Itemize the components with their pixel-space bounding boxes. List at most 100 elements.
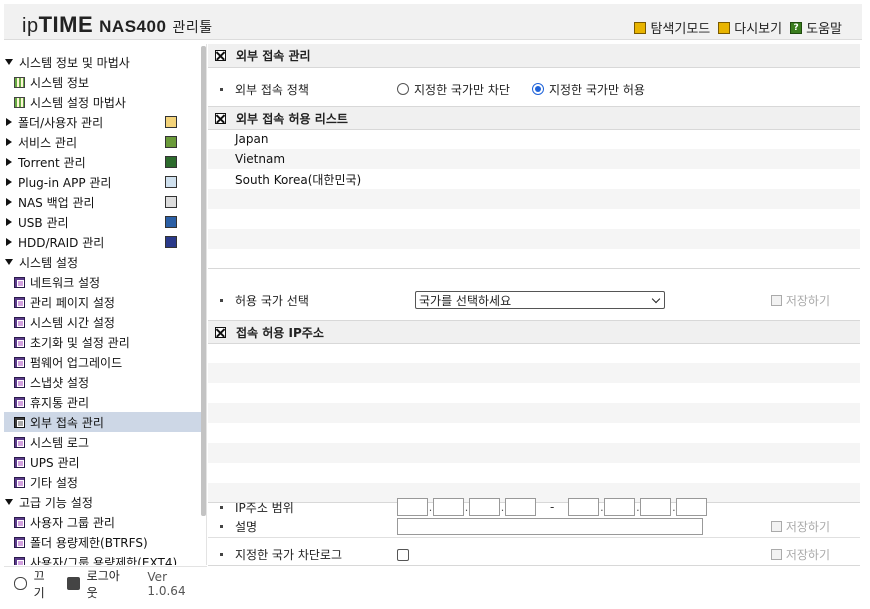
power-icon[interactable] bbox=[14, 577, 27, 590]
sidebar-group-usb[interactable]: USB 관리 bbox=[4, 212, 204, 232]
logo-model: NAS400 bbox=[99, 17, 167, 36]
radio-button[interactable] bbox=[397, 83, 409, 95]
ip-start-octet-2[interactable] bbox=[433, 498, 464, 516]
service-icon bbox=[165, 136, 177, 148]
sidebar-group-service[interactable]: 서비스 관리 bbox=[4, 132, 204, 152]
radio-block-countries[interactable]: 지정한 국가만 차단 bbox=[397, 81, 510, 98]
plugin-icon bbox=[165, 176, 177, 188]
help-button[interactable]: ? 도움말 bbox=[790, 18, 842, 37]
ip-range-separator: - bbox=[550, 500, 555, 514]
logout-icon[interactable] bbox=[67, 577, 80, 590]
sidebar-item-admin-page[interactable]: 관리 페이지 설정 bbox=[4, 292, 204, 312]
logo-time: TIME bbox=[38, 12, 94, 37]
save-icon bbox=[770, 294, 782, 306]
ip-range-label: IP주소 범위 bbox=[235, 500, 294, 515]
list-item bbox=[208, 463, 860, 483]
sidebar-item-user-group[interactable]: 사용자 그룹 관리 bbox=[4, 512, 204, 532]
sidebar-item-reset[interactable]: 초기화 및 설정 관리 bbox=[4, 332, 204, 352]
sidebar-item-label: 폴더/사용자 관리 bbox=[18, 115, 104, 130]
explore-mode-button[interactable]: 탐색기모드 bbox=[634, 18, 710, 37]
sidebar-item-system-info[interactable]: 시스템 정보 bbox=[4, 72, 204, 92]
ip-end-octet-1[interactable] bbox=[568, 498, 600, 516]
sidebar-item-etc[interactable]: 기타 설정 bbox=[4, 472, 204, 492]
ip-start-octet-1[interactable] bbox=[397, 498, 428, 516]
list-item bbox=[208, 403, 860, 423]
sidebar-item-trash[interactable]: 휴지통 관리 bbox=[4, 392, 204, 412]
bars-icon bbox=[14, 96, 25, 108]
sidebar-scrollbar[interactable] bbox=[201, 46, 206, 516]
torrent-icon bbox=[165, 156, 177, 168]
sidebar-item-user-quota[interactable]: 사용자/그룹 용량제한(EXT4) bbox=[4, 552, 204, 565]
save-button-log[interactable]: 저장하기 bbox=[770, 546, 830, 563]
sidebar-group-system-settings[interactable]: 시스템 설정 bbox=[4, 252, 204, 272]
list-item bbox=[208, 383, 860, 403]
sidebar-item-time[interactable]: 시스템 시간 설정 bbox=[4, 312, 204, 332]
block-log-row: 지정한 국가 차단로그 저장하기 bbox=[208, 544, 860, 566]
sidebar-item-firmware[interactable]: 펌웨어 업그레이드 bbox=[4, 352, 204, 372]
description-input[interactable] bbox=[397, 518, 703, 535]
logo-admin: 관리툴 bbox=[172, 19, 213, 35]
sidebar-item-system-log[interactable]: 시스템 로그 bbox=[4, 432, 204, 452]
power-label[interactable]: 끄기 bbox=[34, 567, 55, 601]
radio-button[interactable] bbox=[531, 83, 544, 95]
refresh-button[interactable]: 다시보기 bbox=[718, 18, 782, 37]
ip-range-row: IP주소 범위 . . . - . . . bbox=[208, 496, 860, 518]
sidebar-group-nas-backup[interactable]: NAS 백업 관리 bbox=[4, 192, 204, 212]
save-label: 저장하기 bbox=[785, 548, 830, 562]
country-select-value: 국가를 선택하세요 bbox=[419, 293, 512, 308]
settings-icon bbox=[14, 436, 25, 448]
sidebar-item-label: UPS 관리 bbox=[30, 455, 80, 470]
sidebar-item-remote-access[interactable]: 외부 접속 관리 bbox=[4, 412, 204, 432]
sidebar-group-plugin[interactable]: Plug-in APP 관리 bbox=[4, 172, 204, 192]
sidebar-item-label: Plug-in APP 관리 bbox=[18, 175, 112, 190]
radio-label: 지정한 국가만 허용 bbox=[548, 82, 645, 97]
sidebar-item-network[interactable]: 네트워크 설정 bbox=[4, 272, 204, 292]
ip-start-octet-4[interactable] bbox=[505, 498, 536, 516]
header-bar: ipTIME NAS400 관리툴 탐색기모드 다시보기 ? 도움말 bbox=[4, 4, 862, 40]
save-label: 저장하기 bbox=[785, 293, 830, 308]
settings-icon bbox=[14, 396, 25, 408]
ip-start-octet-3[interactable] bbox=[469, 498, 500, 516]
collapsed-arrow-icon bbox=[6, 178, 12, 186]
folder-icon bbox=[634, 21, 647, 34]
save-button-country[interactable]: 저장하기 bbox=[770, 292, 830, 309]
radio-allow-countries[interactable]: 지정한 국가만 허용 bbox=[531, 81, 645, 98]
ip-end-octet-3[interactable] bbox=[640, 498, 672, 516]
country-select[interactable]: 국가를 선택하세요 bbox=[415, 291, 665, 309]
section-icon bbox=[215, 50, 226, 61]
logout-label[interactable]: 로그아웃 bbox=[87, 567, 130, 601]
country-select-row: 허용 국가 선택 국가를 선택하세요 저장하기 bbox=[208, 288, 860, 312]
ip-end-octet-4[interactable] bbox=[676, 498, 708, 516]
settings-icon bbox=[14, 556, 25, 565]
ip-end-octet-2[interactable] bbox=[604, 498, 636, 516]
sidebar-group-advanced[interactable]: 고급 기능 설정 bbox=[4, 492, 204, 512]
section-header-remote-access: 외부 접속 관리 bbox=[208, 44, 860, 68]
section-title: 외부 접속 관리 bbox=[236, 49, 311, 63]
sidebar-item-setup-wizard[interactable]: 시스템 설정 마법사 bbox=[4, 92, 204, 112]
settings-icon bbox=[14, 316, 25, 328]
sidebar-group-system-info[interactable]: 시스템 정보 및 마법사 bbox=[4, 52, 204, 72]
collapsed-arrow-icon bbox=[6, 218, 12, 226]
bullet-icon bbox=[220, 87, 223, 91]
settings-icon bbox=[14, 336, 25, 348]
sidebar-item-ups[interactable]: UPS 관리 bbox=[4, 452, 204, 472]
sidebar-item-label: 네트워크 설정 bbox=[30, 275, 101, 290]
save-button-ip[interactable]: 저장하기 bbox=[770, 518, 830, 535]
sidebar-item-label: 초기화 및 설정 관리 bbox=[30, 335, 130, 350]
sidebar-group-hdd-raid[interactable]: HDD/RAID 관리 bbox=[4, 232, 204, 252]
list-item[interactable]: South Korea(대한민국) bbox=[208, 169, 860, 189]
list-item bbox=[208, 229, 860, 249]
sidebar-group-folder-user[interactable]: 폴더/사용자 관리 bbox=[4, 112, 204, 132]
sidebar-item-label: 시스템 정보 bbox=[30, 75, 90, 90]
sidebar-item-label: 스냅샷 설정 bbox=[30, 375, 90, 390]
sidebar-item-label: 시스템 설정 bbox=[19, 255, 79, 270]
sidebar-item-folder-quota[interactable]: 폴더 용량제한(BTRFS) bbox=[4, 532, 204, 552]
sidebar-group-torrent[interactable]: Torrent 관리 bbox=[4, 152, 204, 172]
list-item[interactable]: Vietnam bbox=[208, 149, 860, 169]
list-item[interactable]: Japan bbox=[208, 129, 860, 149]
sidebar-item-label: 시스템 시간 설정 bbox=[30, 315, 115, 330]
sidebar-item-snapshot[interactable]: 스냅샷 설정 bbox=[4, 372, 204, 392]
block-log-checkbox[interactable] bbox=[397, 548, 409, 561]
settings-icon bbox=[14, 276, 25, 288]
expanded-arrow-icon bbox=[5, 499, 13, 505]
